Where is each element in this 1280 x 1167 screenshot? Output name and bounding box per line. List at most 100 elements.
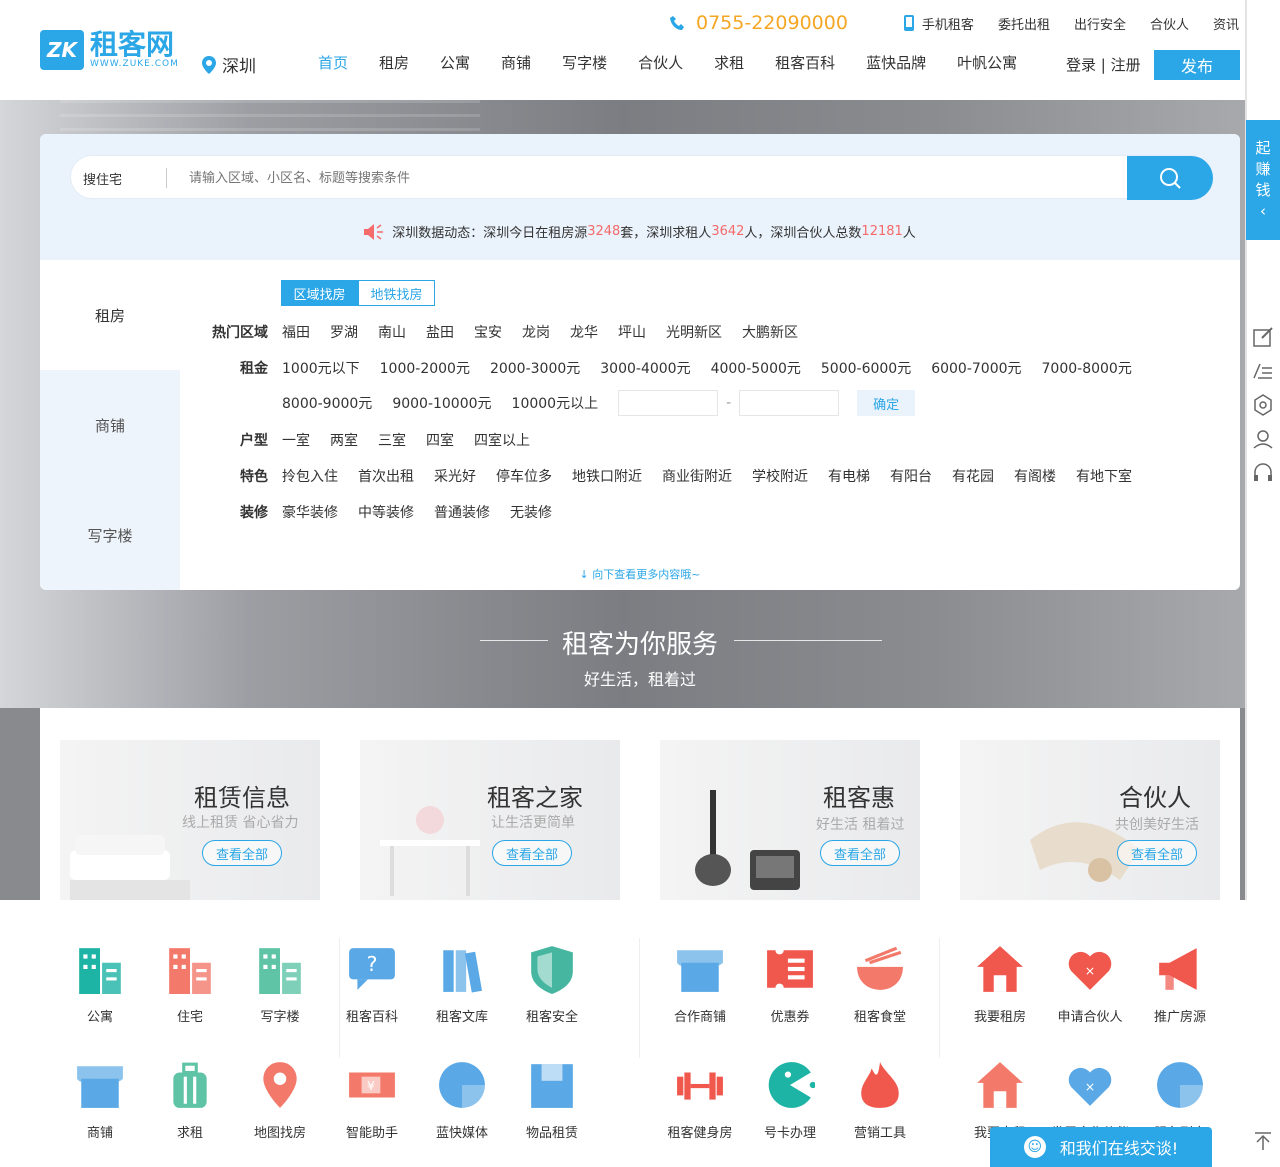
online-chat-button[interactable]: ☺ 和我们在线交谈! — [990, 1127, 1212, 1167]
settings-icon[interactable] — [1250, 392, 1276, 418]
filter-option[interactable]: 地铁口附近 — [572, 466, 642, 486]
tab-rent[interactable]: 租房 — [40, 260, 180, 370]
toggle-area[interactable]: 区域找房 — [281, 280, 358, 306]
max-price-input[interactable] — [739, 390, 840, 416]
service-item[interactable]: 蓝快媒体 — [417, 1056, 507, 1141]
filter-option[interactable]: 中等装修 — [358, 502, 414, 522]
view-all-button[interactable]: 查看全部 — [1117, 840, 1197, 866]
service-item[interactable]: 租客文库 — [417, 940, 507, 1025]
service-item[interactable]: 租客安全 — [507, 940, 597, 1025]
service-item[interactable]: 营销工具 — [835, 1056, 925, 1141]
nav-yefan[interactable]: 叶帆公寓 — [957, 52, 1017, 73]
nav-wiki[interactable]: 租客百科 — [775, 52, 835, 73]
nav-rent[interactable]: 租房 — [379, 52, 409, 73]
top-link-mobile[interactable]: 手机租客 — [903, 14, 974, 33]
filter-option[interactable]: 6000-7000元 — [931, 358, 1021, 378]
card-renter-deals[interactable]: 租客惠 好生活 租着过 查看全部 — [660, 740, 920, 900]
publish-button[interactable]: 发布 — [1154, 50, 1240, 80]
service-item[interactable]: 写字楼 — [235, 940, 325, 1025]
filter-option[interactable]: 无装修 — [510, 502, 552, 522]
nav-partner[interactable]: 合伙人 — [638, 52, 683, 73]
filter-option[interactable]: 商业街附近 — [662, 466, 732, 486]
toggle-subway[interactable]: 地铁找房 — [358, 280, 435, 306]
top-link-news[interactable]: 资讯 — [1213, 14, 1239, 33]
filter-option[interactable]: 坪山 — [618, 322, 646, 342]
filter-option[interactable]: 拎包入住 — [282, 466, 338, 486]
filter-option[interactable]: 大鹏新区 — [742, 322, 798, 342]
price-confirm-button[interactable]: 确定 — [857, 390, 916, 416]
filter-option[interactable]: 宝安 — [474, 322, 502, 342]
view-all-button[interactable]: 查看全部 — [492, 840, 572, 866]
service-item[interactable]: ? 租客百科 — [327, 940, 417, 1025]
filter-option[interactable]: 有电梯 — [828, 466, 870, 486]
service-item[interactable]: 号卡办理 — [745, 1056, 835, 1141]
filter-option[interactable]: 有地下室 — [1076, 466, 1132, 486]
back-to-top-icon[interactable] — [1250, 1128, 1276, 1154]
search-type-label[interactable]: 搜住宅 — [83, 169, 122, 188]
nav-seek[interactable]: 求租 — [714, 52, 744, 73]
service-item[interactable]: 我要租房 — [955, 940, 1045, 1025]
edit-icon[interactable] — [1250, 324, 1276, 350]
city-selector[interactable]: 深圳 — [202, 52, 256, 77]
login-register-link[interactable]: 登录 | 注册 — [1066, 54, 1141, 75]
card-rental-info[interactable]: 租赁信息 线上租赁 省心省力 查看全部 — [60, 740, 320, 900]
filter-option[interactable]: 停车位多 — [496, 466, 552, 486]
service-item[interactable]: 物品租赁 — [507, 1056, 597, 1141]
filter-option[interactable]: 三室 — [378, 430, 406, 450]
top-link-partner[interactable]: 合伙人 — [1150, 14, 1189, 33]
filter-option[interactable]: 1000元以下 — [282, 358, 360, 378]
user-icon[interactable] — [1250, 426, 1276, 452]
filter-option[interactable]: 1000-2000元 — [380, 358, 470, 378]
service-item[interactable]: 租客食堂 — [835, 940, 925, 1025]
service-item[interactable]: ¥ 智能助手 — [327, 1056, 417, 1141]
filter-option[interactable]: 2000-3000元 — [490, 358, 580, 378]
filter-option[interactable]: 有阁楼 — [1014, 466, 1056, 486]
service-item[interactable]: 推广房源 — [1135, 940, 1225, 1025]
filter-option[interactable]: 一室 — [282, 430, 310, 450]
filter-option[interactable]: 豪华装修 — [282, 502, 338, 522]
view-all-button[interactable]: 查看全部 — [820, 840, 900, 866]
filter-option[interactable]: 南山 — [378, 322, 406, 342]
filter-option[interactable]: 9000-10000元 — [392, 393, 491, 413]
filter-option[interactable]: 光明新区 — [666, 322, 722, 342]
card-renter-home[interactable]: 租客之家 让生活更简单 查看全部 — [360, 740, 620, 900]
filter-option[interactable]: 普通装修 — [434, 502, 490, 522]
filter-option[interactable]: 5000-6000元 — [821, 358, 911, 378]
search-button[interactable] — [1127, 156, 1213, 200]
see-more-link[interactable]: ↓ 向下查看更多内容哦~ — [40, 566, 1240, 582]
filter-option[interactable]: 四室以上 — [474, 430, 530, 450]
filter-option[interactable]: 4000-5000元 — [711, 358, 801, 378]
min-price-input[interactable] — [618, 390, 719, 416]
service-item[interactable]: 求租 — [145, 1056, 235, 1141]
service-item[interactable]: 租客健身房 — [655, 1056, 745, 1141]
filter-option[interactable]: 两室 — [330, 430, 358, 450]
site-logo[interactable]: ZK 租客网 WWW.ZUKE.COM — [40, 30, 179, 70]
headset-icon[interactable] — [1250, 460, 1276, 486]
filter-option[interactable]: 龙岗 — [522, 322, 550, 342]
nav-brand[interactable]: 蓝快品牌 — [866, 52, 926, 73]
card-partner[interactable]: 合伙人 共创美好生活 查看全部 — [960, 740, 1220, 900]
filter-option[interactable]: 四室 — [426, 430, 454, 450]
filter-option[interactable]: 有花园 — [952, 466, 994, 486]
nav-home[interactable]: 首页 — [318, 52, 348, 73]
service-item[interactable]: 住宅 — [145, 940, 235, 1025]
service-item[interactable]: 优惠券 — [745, 940, 835, 1025]
filter-option[interactable]: 7000-8000元 — [1042, 358, 1132, 378]
filter-option[interactable]: 采光好 — [434, 466, 476, 486]
service-item[interactable]: 商铺 — [55, 1056, 145, 1141]
filter-option[interactable]: 10000元以上 — [512, 393, 599, 413]
earn-money-tab[interactable]: 起 赚 钱 ‹ — [1246, 120, 1280, 240]
filter-option[interactable]: 盐田 — [426, 322, 454, 342]
view-all-button[interactable]: 查看全部 — [202, 840, 282, 866]
search-input[interactable] — [189, 166, 1089, 190]
service-item[interactable]: × 申请合伙人 — [1045, 940, 1135, 1025]
service-item[interactable]: 公寓 — [55, 940, 145, 1025]
filter-option[interactable]: 福田 — [282, 322, 310, 342]
nav-office[interactable]: 写字楼 — [562, 52, 607, 73]
list-icon[interactable] — [1250, 358, 1276, 384]
filter-option[interactable]: 有阳台 — [890, 466, 932, 486]
filter-option[interactable]: 首次出租 — [358, 466, 414, 486]
filter-option[interactable]: 学校附近 — [752, 466, 808, 486]
service-item[interactable]: 合作商铺 — [655, 940, 745, 1025]
top-link-safety[interactable]: 出行安全 — [1074, 14, 1126, 33]
